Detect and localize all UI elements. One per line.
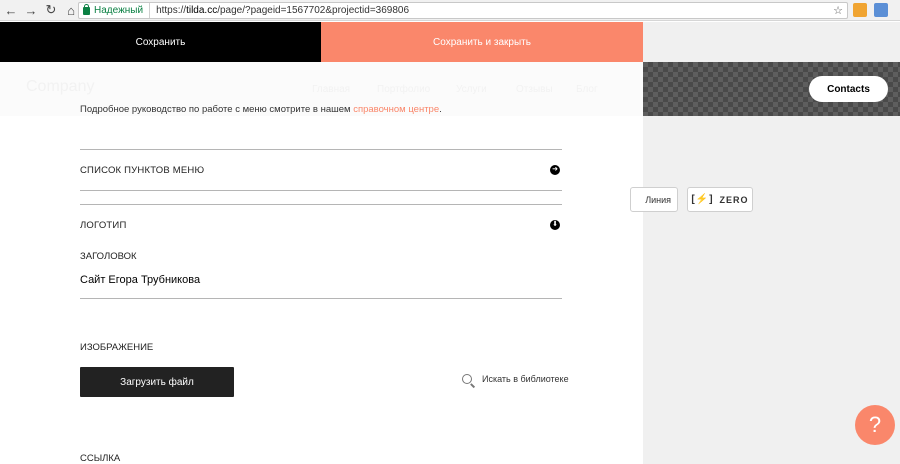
ghost-menu-item: Блог: [576, 84, 598, 95]
hint-end: .: [439, 104, 442, 115]
zero-label: ZERO: [719, 194, 749, 205]
bookmark-star-icon[interactable]: ☆: [833, 4, 843, 17]
zero-icon: [⚡]: [691, 194, 714, 205]
divider: [80, 204, 562, 205]
url-path: /page/?pageid=1567702&projectid=369806: [217, 5, 410, 16]
help-hint: Подробное руководство по работе с меню с…: [80, 104, 442, 115]
image-field-label: ИЗОБРАЖЕНИЕ: [80, 342, 154, 353]
save-button[interactable]: Сохранить: [0, 22, 321, 62]
divider: [80, 149, 562, 150]
line-button[interactable]: Линия: [630, 187, 678, 212]
upload-file-button[interactable]: Загрузить файл: [80, 367, 234, 397]
arrow-down-icon[interactable]: ⬇: [550, 220, 560, 230]
help-button[interactable]: ?: [855, 405, 895, 445]
library-search-button[interactable]: Искать в библиотеке: [462, 374, 569, 384]
url-scheme: https://: [156, 5, 187, 16]
ghost-menu-item: Главная: [312, 84, 351, 95]
forward-icon[interactable]: →: [22, 1, 40, 19]
url-text: https://tilda.cc/page/?pageid=1567702&pr…: [150, 5, 409, 16]
hint-text: Подробное руководство по работе с меню с…: [80, 104, 354, 115]
ghost-logo: Company: [26, 78, 95, 95]
contacts-button[interactable]: Contacts: [809, 76, 888, 102]
menu-items-section[interactable]: СПИСОК ПУНКТОВ МЕНЮ: [80, 165, 204, 176]
reload-icon[interactable]: ↻: [42, 1, 60, 19]
ghost-menu-item: Портфолио: [377, 84, 431, 95]
search-icon: [462, 374, 472, 384]
browser-toolbar: ← → ↻ ⌂ Надежный https://tilda.cc/page/?…: [0, 0, 900, 21]
divider: [80, 298, 562, 299]
logo-section[interactable]: ЛОГОТИП: [80, 220, 126, 231]
lock-icon: [83, 3, 90, 15]
link-field-label: ССЫЛКА: [80, 453, 121, 464]
ghost-menu-item: Отзывы: [516, 84, 553, 95]
extension-icon[interactable]: [853, 3, 867, 17]
title-field-label: ЗАГОЛОВОК: [80, 251, 137, 262]
url-host: tilda.cc: [186, 5, 218, 16]
back-icon[interactable]: ←: [2, 1, 20, 19]
library-search-label: Искать в библиотеке: [482, 374, 569, 384]
secure-label: Надежный: [94, 5, 144, 16]
help-center-link[interactable]: справочном центре: [353, 104, 439, 115]
save-and-close-button[interactable]: Сохранить и закрыть: [321, 22, 643, 62]
divider: [80, 190, 562, 191]
arrow-right-icon[interactable]: ➜: [550, 165, 560, 175]
secure-indicator[interactable]: Надежный: [79, 3, 151, 18]
zero-block-button[interactable]: [⚡] ZERO: [687, 187, 753, 212]
title-input[interactable]: [80, 274, 562, 286]
ghost-menu-item: Услуги: [456, 84, 487, 95]
extension-icon[interactable]: [874, 3, 888, 17]
address-bar[interactable]: Надежный https://tilda.cc/page/?pageid=1…: [78, 2, 848, 19]
